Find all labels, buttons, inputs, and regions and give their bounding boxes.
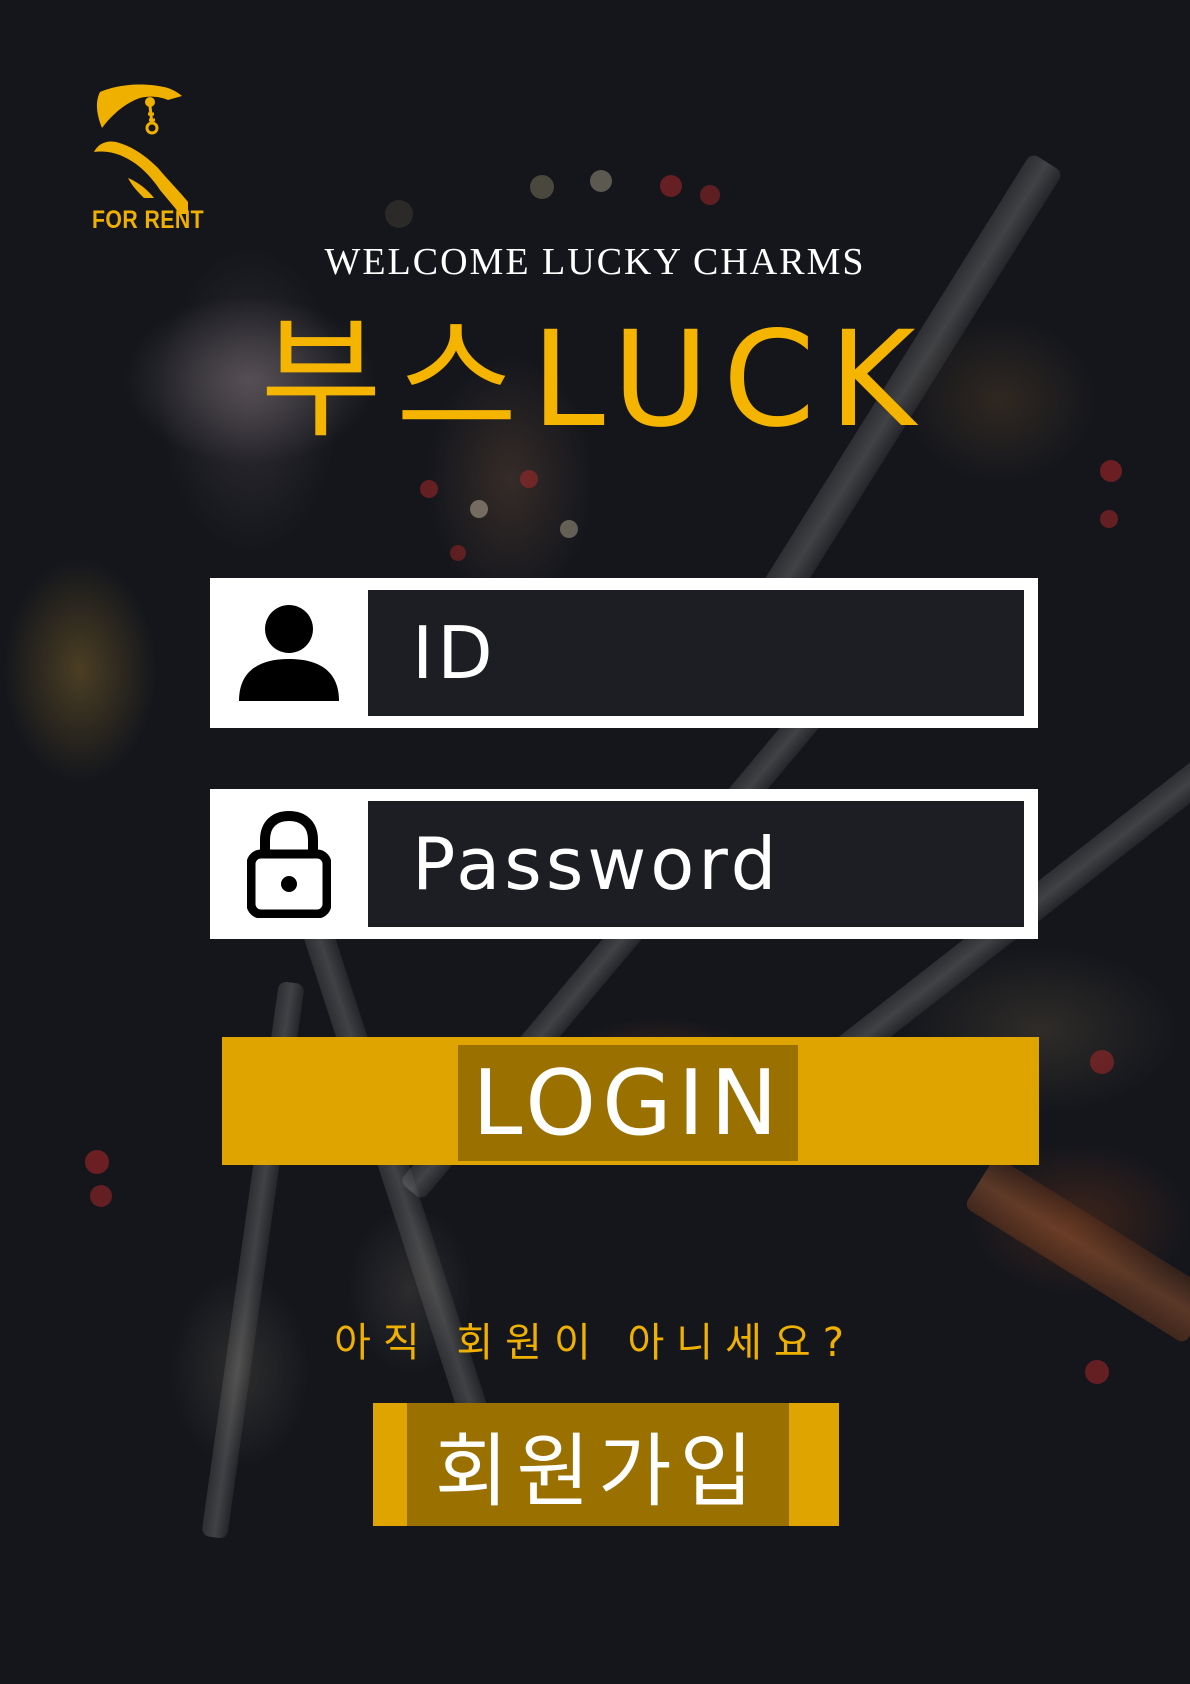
password-input[interactable] (368, 801, 1024, 927)
login-page: FOR RENT WELCOME LUCKY CHARMS 부스LUCK LOG… (0, 0, 1190, 1684)
signup-button-label: 회원가입 (407, 1403, 789, 1526)
id-field[interactable] (210, 578, 1038, 728)
logo-text: FOR RENT (92, 206, 205, 234)
login-button-label: LOGIN (458, 1045, 798, 1161)
welcome-heading: WELCOME LUCKY CHARMS (324, 241, 866, 283)
password-field[interactable] (210, 789, 1038, 939)
id-input[interactable] (368, 590, 1024, 716)
login-button[interactable]: LOGIN (222, 1037, 1039, 1165)
lock-icon (210, 789, 368, 939)
signup-prompt: 아직 회원이 아니세요? (334, 1320, 856, 1366)
signup-button[interactable]: 회원가입 (373, 1403, 839, 1526)
user-icon (210, 578, 368, 728)
brand-title: 부스LUCK (260, 303, 930, 457)
